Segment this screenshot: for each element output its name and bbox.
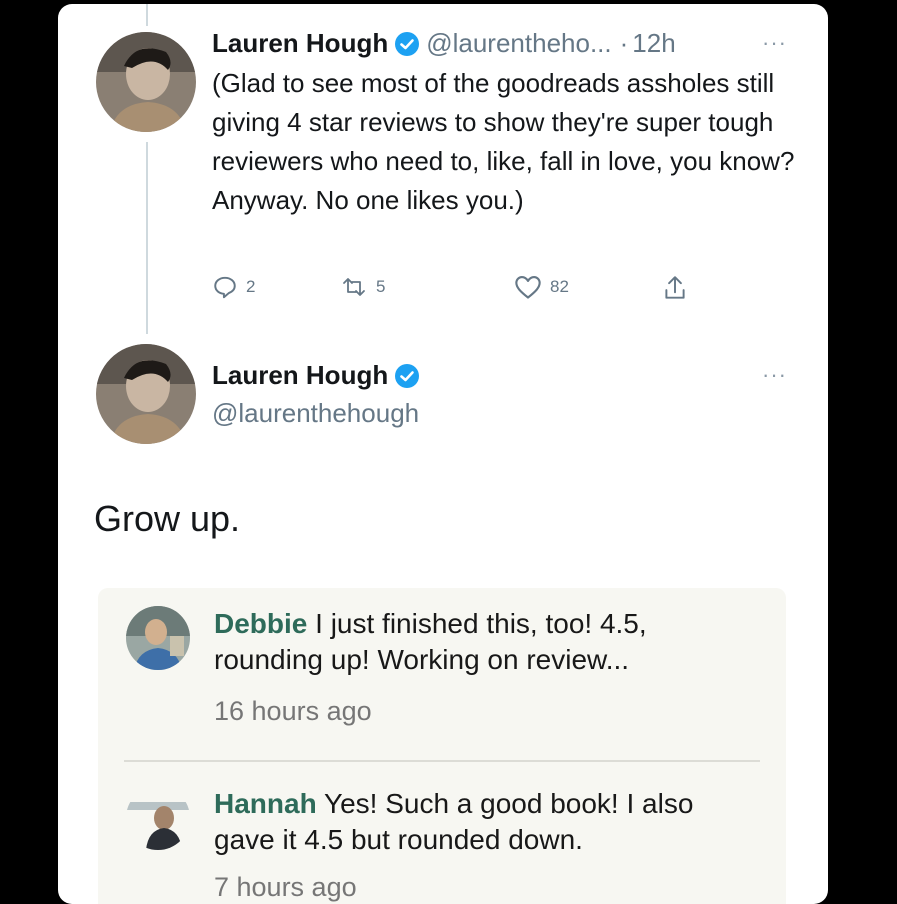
reply-count: 2 xyxy=(246,277,256,296)
time-separator: · xyxy=(619,28,629,58)
thread-line-top xyxy=(146,4,148,26)
retweet-icon xyxy=(343,278,365,296)
comment-divider xyxy=(124,760,760,762)
tweet-header: Lauren Hough @laurentheho... · 12h xyxy=(212,28,676,59)
share-button[interactable] xyxy=(662,274,696,302)
retweet-button[interactable]: 5 xyxy=(340,274,385,300)
thread-line xyxy=(146,142,148,334)
author-name[interactable]: Lauren Hough xyxy=(212,28,388,59)
commenter-avatar[interactable] xyxy=(126,606,190,670)
heart-icon xyxy=(515,276,541,299)
tweet-text: (Glad to see most of the goodreads assho… xyxy=(212,68,795,215)
quoted-comments-panel: Debbie I just finished this, too! 4.5, r… xyxy=(98,588,786,904)
avatar[interactable] xyxy=(96,344,196,444)
retweet-count: 5 xyxy=(376,277,386,296)
tweet-header: Lauren Hough xyxy=(212,360,426,391)
commenter-name[interactable]: Hannah xyxy=(214,788,317,819)
commenter-avatar[interactable] xyxy=(126,786,190,850)
verified-badge-icon xyxy=(394,363,420,389)
avatar[interactable] xyxy=(96,32,196,132)
author-handle[interactable]: @laurenthehough xyxy=(212,398,419,429)
comment-text: Debbie I just finished this, too! 4.5, r… xyxy=(214,606,754,678)
tweet-text: Grow up. xyxy=(94,498,241,539)
verified-badge-icon xyxy=(394,31,420,57)
commenter-name[interactable]: Debbie xyxy=(214,608,307,639)
comment-time[interactable]: 16 hours ago xyxy=(214,696,372,727)
like-count: 82 xyxy=(550,277,569,296)
author-handle[interactable]: @laurentheho... xyxy=(426,28,611,59)
reply-bubble-icon xyxy=(214,276,236,299)
tweet-card: Lauren Hough @laurentheho... · 12h ··· (… xyxy=(58,4,828,904)
more-options-icon[interactable]: ··· xyxy=(762,362,787,388)
comment-time[interactable]: 7 hours ago xyxy=(214,872,357,903)
tweet-time[interactable]: 12h xyxy=(632,28,675,59)
comment-text: Hannah Yes! Such a good book! I also gav… xyxy=(214,786,754,858)
reply-button[interactable]: 2 xyxy=(212,274,255,300)
more-options-icon[interactable]: ··· xyxy=(762,30,787,56)
author-name[interactable]: Lauren Hough xyxy=(212,360,388,391)
like-button[interactable]: 82 xyxy=(514,274,569,300)
share-upload-icon xyxy=(665,276,685,299)
